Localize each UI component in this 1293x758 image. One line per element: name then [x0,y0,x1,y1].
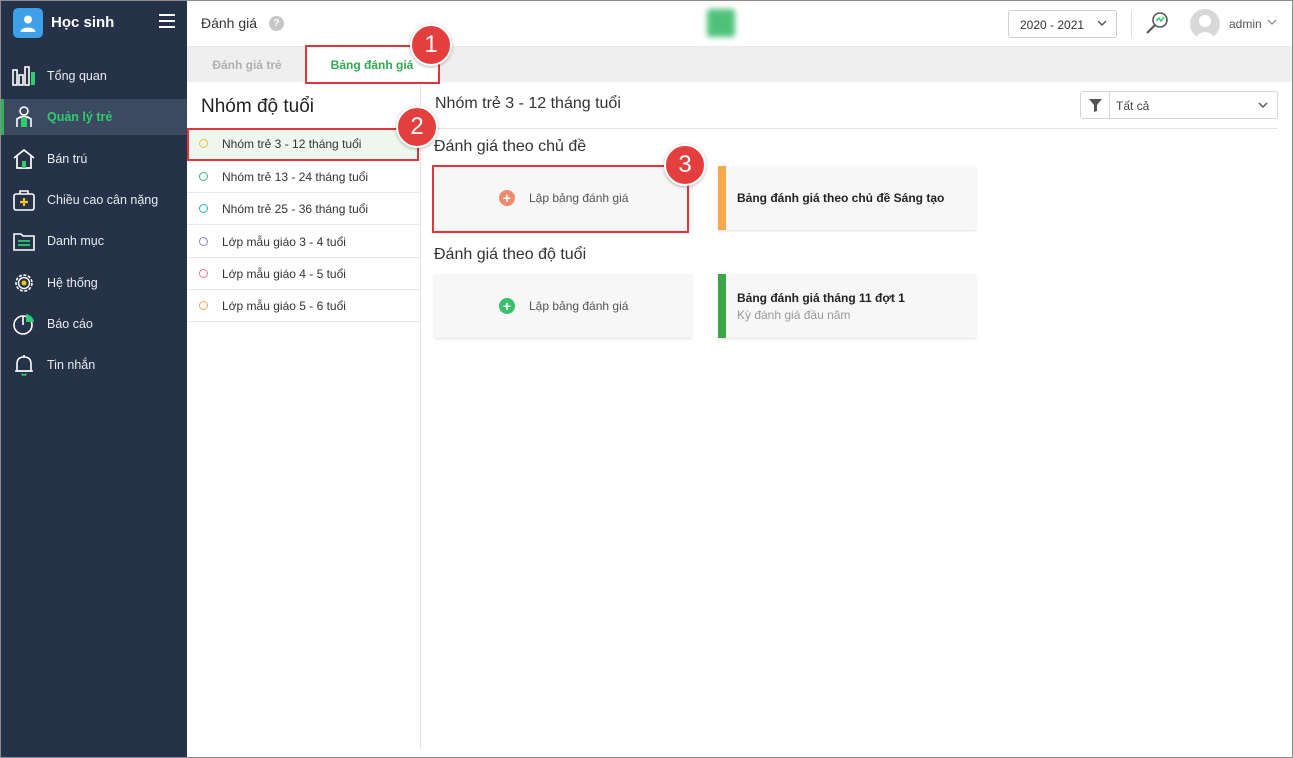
sidebar-item-label: Hệ thống [47,276,98,290]
evaluation-card-subtitle: Kỳ đánh giá đầu năm [737,308,851,322]
highlight-box [187,128,419,161]
chevron-down-icon [1097,20,1107,26]
sidebar-item-label: Danh mục [47,234,104,248]
sidebar-item-label: Quản lý trẻ [47,110,113,124]
sidebar-item-label: Tổng quan [47,69,107,83]
sidebar-item-label: Báo cáo [47,317,93,331]
status-dot-icon [199,237,208,246]
gear-icon [15,274,33,292]
sidebar-item-messages[interactable]: Tin nhắn [1,347,187,383]
avatar[interactable] [1190,9,1220,39]
sidebar-item-label: Bán trú [47,152,88,166]
sidebar-item-reports[interactable]: Báo cáo [1,306,187,342]
bell-icon [15,355,33,376]
card-accent-bar [718,166,726,230]
sidebar-item-child-management[interactable]: Quản lý trẻ [1,99,187,135]
home-icon [13,148,35,169]
chevron-down-icon [1258,102,1268,108]
age-group-label: Nhóm trẻ 25 - 36 tháng tuổi [222,202,369,216]
section-title-by-age: Đánh giá theo độ tuổi [434,246,587,263]
age-group-item[interactable]: Lớp mẫu giáo 4 - 5 tuổi [187,258,420,290]
age-group-label: Lớp mẫu giáo 3 - 4 tuổi [222,235,346,249]
user-name[interactable]: admin [1229,17,1262,31]
evaluation-card-title: Bảng đánh giá tháng 11 đợt 1 [737,291,905,305]
age-group-heading: Nhóm độ tuổi [201,96,315,117]
tab-child-evaluation[interactable]: Đánh giá trẻ [197,47,297,82]
age-group-label: Lớp mẫu giáo 5 - 6 tuổi [222,299,346,313]
pie-chart-icon [13,314,34,335]
bar-chart-icon [12,66,35,86]
sidebar-item-label: Chiều cao cân nặng [47,193,159,207]
sidebar-item-label: Tin nhắn [47,358,96,372]
page-title: Đánh giá [201,15,258,31]
age-group-item[interactable]: Nhóm trẻ 13 - 24 tháng tuổi [187,161,420,193]
evaluation-card[interactable]: Bảng đánh giá theo chủ đề Sáng tạo [718,166,976,230]
create-evaluation-button[interactable]: + Lập bảng đánh giá [434,274,692,338]
medical-box-icon [13,190,35,211]
blurred-notification [707,9,1007,37]
app-window: Học sinh Tổng quan Quản lý trẻ Bán trú C… [0,0,1293,758]
app-name: Học sinh [51,14,115,31]
status-dot-icon [199,204,208,213]
status-dot-icon [199,172,208,181]
search-icon[interactable] [1144,10,1170,36]
filter-select[interactable]: Tất cả [1080,91,1278,119]
status-dot-icon [199,301,208,310]
folder-icon [13,233,35,251]
help-icon[interactable]: ? [269,16,284,31]
filter-icon [1081,92,1110,118]
chevron-down-icon[interactable] [1267,17,1277,27]
sidebar-item-catalog[interactable]: Danh mục [1,223,187,259]
sidebar-item-boarding[interactable]: Bán trú [1,141,187,177]
selected-group-title: Nhóm trẻ 3 - 12 tháng tuổi [435,95,621,112]
sidebar-item-system[interactable]: Hệ thống [1,265,187,301]
child-icon [16,106,32,127]
highlight-box [432,165,689,233]
age-group-item[interactable]: Lớp mẫu giáo 3 - 4 tuổi [187,226,420,258]
evaluation-card[interactable]: Bảng đánh giá tháng 11 đợt 1 Kỳ đánh giá… [718,274,976,338]
sidebar: Học sinh Tổng quan Quản lý trẻ Bán trú C… [1,1,187,757]
student-logo-icon [13,8,43,38]
filter-value: Tất cả [1116,99,1150,113]
sidebar-item-overview[interactable]: Tổng quan [1,58,187,94]
age-group-item[interactable]: Nhóm trẻ 25 - 36 tháng tuổi [187,193,420,225]
step-badge: 3 [664,144,706,186]
evaluation-card-title: Bảng đánh giá theo chủ đề Sáng tạo [737,191,945,205]
step-badge: 1 [410,24,452,66]
sidebar-item-height-weight[interactable]: Chiều cao cân nặng [1,182,187,218]
card-accent-bar [718,274,726,338]
age-group-label: Lớp mẫu giáo 4 - 5 tuổi [222,267,346,281]
header-divider [1131,11,1132,37]
top-header: Đánh giá ? 2020 - 2021 admin [187,1,1292,47]
brand: Học sinh [1,1,187,47]
school-year-select[interactable]: 2020 - 2021 [1008,10,1117,38]
step-badge: 2 [396,106,438,148]
menu-toggle-icon[interactable] [159,14,175,30]
content-divider [433,128,1278,129]
plus-icon: + [499,298,515,314]
section-title-by-topic: Đánh giá theo chủ đề [434,138,587,155]
status-dot-icon [199,269,208,278]
create-evaluation-label: Lập bảng đánh giá [529,299,629,313]
age-group-item[interactable]: Lớp mẫu giáo 5 - 6 tuổi [187,290,420,322]
age-group-label: Nhóm trẻ 13 - 24 tháng tuổi [222,170,369,184]
school-year-value: 2020 - 2021 [1020,18,1085,32]
